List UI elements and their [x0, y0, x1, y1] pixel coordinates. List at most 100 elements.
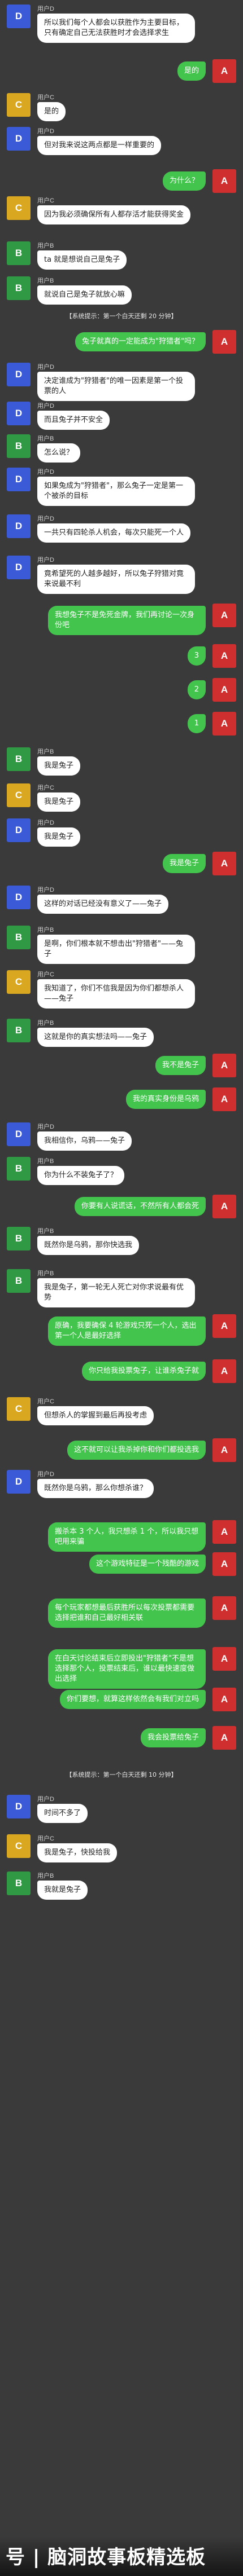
message-bubble[interactable]: 我会投票给兔子	[140, 1728, 206, 1747]
avatar[interactable]: B	[7, 241, 31, 265]
avatar[interactable]: A	[212, 1726, 236, 1750]
sender-name: 用户D	[37, 403, 54, 409]
message-bubble[interactable]: 既然你是乌鸦，那么你想杀谁？	[37, 1479, 154, 1498]
avatar[interactable]: B	[7, 1157, 31, 1181]
message-bubble[interactable]: 我是兔子	[37, 827, 81, 847]
message-bubble[interactable]: 3	[187, 646, 206, 666]
avatar[interactable]: A	[212, 1647, 236, 1671]
avatar[interactable]: D	[7, 1122, 31, 1146]
avatar[interactable]: A	[212, 1596, 236, 1620]
message-bubble[interactable]: 原确，我要确保 4 轮游戏只死一个人，选出第一个人是最好选择	[48, 1316, 206, 1346]
avatar[interactable]: A	[212, 1054, 236, 1077]
avatar[interactable]: A	[212, 604, 236, 627]
avatar[interactable]: C	[7, 970, 31, 994]
avatar[interactable]: A	[212, 644, 236, 668]
message-bubble[interactable]: 2	[187, 680, 206, 699]
avatar[interactable]: C	[7, 1834, 31, 1858]
avatar[interactable]: A	[212, 852, 236, 875]
avatar[interactable]: A	[212, 169, 236, 193]
message-bubble[interactable]: 我想兔子不是免死金牌，我们再讨论一次身份吧	[48, 606, 206, 635]
message-bubble[interactable]: 我是兔子	[162, 854, 206, 873]
avatar[interactable]: A	[212, 59, 236, 83]
message-bubble[interactable]: 这个游戏特征是一个残酷的游戏	[89, 1555, 206, 1574]
avatar[interactable]: B	[7, 1872, 31, 1895]
message-bubble[interactable]: 搬杀本 3 个人，我只想杀 1 个，所以我只想吧用来骗	[48, 1522, 206, 1552]
avatar[interactable]: D	[7, 886, 31, 909]
avatar[interactable]: C	[7, 93, 31, 117]
message-bubble[interactable]: 而且兔子并不安全	[37, 411, 110, 430]
message-bubble[interactable]: ta 就是想说自己是兔子	[37, 250, 127, 270]
message-bubble[interactable]: 我就是兔子	[37, 1881, 88, 1900]
message-bubble[interactable]: 但想杀人的掌握到最后再投考虑	[37, 1406, 154, 1425]
avatar[interactable]: B	[7, 434, 31, 458]
chat-message: B 用户B 就说自己是兔子就放心嘛	[0, 276, 243, 310]
message-bubble[interactable]: 你只给我投票兔子，让谁杀兔子就	[81, 1362, 206, 1381]
avatar[interactable]: C	[7, 783, 31, 807]
avatar[interactable]: D	[7, 127, 31, 151]
sender-name: 用户D	[37, 1796, 54, 1803]
message-bubble[interactable]: 我是兔子，第一轮无人死亡对你求说最有优势	[37, 1278, 195, 1307]
message-bubble[interactable]: 1	[187, 714, 206, 733]
message-bubble[interactable]: 一共只有四轮杀人机会，每次只能死一个人	[37, 523, 191, 543]
avatar[interactable]: B	[7, 747, 31, 771]
message-bubble[interactable]: 是的	[177, 61, 206, 81]
message-bubble[interactable]: 既然你是乌鸦，那你快选我	[37, 1236, 140, 1255]
avatar[interactable]: C	[7, 1397, 31, 1421]
avatar[interactable]: D	[7, 1470, 31, 1494]
message-bubble[interactable]: 时间不多了	[37, 1804, 88, 1823]
message-bubble[interactable]: 每个玩家都想最后获胜所以每次投票都需要选择把谁和自己最好相关联	[48, 1599, 206, 1628]
message-bubble[interactable]: 竟希望死的人越多越好，所以兔子狩猎对竟来说最不利	[37, 565, 195, 594]
avatar[interactable]: D	[7, 1795, 31, 1818]
avatar[interactable]: A	[212, 1552, 236, 1576]
message-bubble[interactable]: 就说自己是兔子就放心嘛	[37, 285, 132, 305]
message-bubble[interactable]: 如果兔成为"狩猎者"，那么兔子一定是第一个被杀的目标	[37, 477, 195, 506]
message-bubble[interactable]: 这不就可以让我杀掉你和你们都投选我	[67, 1441, 206, 1460]
message-bubble[interactable]: 是的	[37, 102, 66, 121]
avatar[interactable]: B	[7, 1019, 31, 1042]
avatar[interactable]: B	[7, 1269, 31, 1293]
message-bubble[interactable]: 你们要想，就算这样依然会有我们对立吗	[59, 1690, 206, 1709]
avatar[interactable]: C	[7, 196, 31, 220]
message-bubble[interactable]: 怎么说？	[37, 443, 81, 463]
message-bubble[interactable]: 是啊，你们根本就不想击出"狩猎者"——兔子	[37, 935, 195, 964]
avatar[interactable]: D	[7, 402, 31, 425]
message-bubble[interactable]: 兔子就真的一定能成为"狩猎者"吗？	[75, 332, 206, 351]
avatar[interactable]: D	[7, 5, 31, 28]
avatar[interactable]: A	[212, 712, 236, 736]
message-bubble[interactable]: 我的真实身份是乌鸦	[125, 1090, 206, 1109]
message-bubble[interactable]: 我相信你，乌鸦——兔子	[37, 1131, 132, 1151]
message-bubble[interactable]: 这就是你的真实想法吗——兔子	[37, 1028, 154, 1047]
avatar[interactable]: A	[212, 1520, 236, 1544]
avatar[interactable]: D	[7, 818, 31, 842]
message-bubble[interactable]: 但对我来说这两点都是一样重要的	[37, 136, 162, 155]
message-bubble[interactable]: 你为什么不装兔子了？	[37, 1166, 125, 1185]
avatar[interactable]: B	[7, 926, 31, 949]
avatar[interactable]: D	[7, 468, 31, 491]
avatar[interactable]: A	[212, 1359, 236, 1383]
avatar[interactable]: B	[7, 1227, 31, 1250]
message-bubble[interactable]: 我知道了，你们不信我是因为你们都想杀人——兔子	[37, 979, 195, 1009]
message-bubble[interactable]: 所以我们每个人都会以获胜作为主要目标，只有确定自己无法获胜时才会选择求生	[37, 14, 195, 43]
message-bubble[interactable]: 为什么？	[162, 171, 206, 191]
message-bubble[interactable]: 因为我必须确保所有人都存活才能获得奖金	[37, 205, 191, 224]
avatar[interactable]: A	[212, 678, 236, 702]
avatar[interactable]: D	[7, 514, 31, 538]
avatar[interactable]: A	[212, 1314, 236, 1338]
message-bubble[interactable]: 在白天讨论结束后立即投出"狩猎者"不是想选择那个人，投票结束后，谁以最快速度做出…	[48, 1649, 206, 1689]
message-bubble[interactable]: 我是兔子	[37, 756, 81, 776]
message-bubble[interactable]: 决定谁成为"狩猎者"的唯一因素是第一个投票的人	[37, 372, 195, 401]
avatar[interactable]: A	[212, 330, 236, 354]
avatar[interactable]: A	[212, 1688, 236, 1711]
avatar[interactable]: B	[7, 276, 31, 300]
message-bubble[interactable]: 我是兔子	[37, 792, 81, 812]
avatar[interactable]: D	[7, 556, 31, 579]
message-bubble[interactable]: 这样的对话已经没有意义了——兔子	[37, 895, 169, 914]
message-bubble[interactable]: 我是兔子，快投给我	[37, 1843, 118, 1862]
avatar[interactable]: A	[212, 1195, 236, 1218]
message-bubble[interactable]: 我不是兔子	[155, 1056, 206, 1075]
avatar[interactable]: D	[7, 363, 31, 386]
avatar[interactable]: A	[212, 1438, 236, 1462]
avatar[interactable]: A	[212, 1087, 236, 1111]
system-notice: 【系统提示：第一个白天还剩 20 分钟】	[66, 312, 177, 320]
message-bubble[interactable]: 你要有人说谎话，不然所有人都会死	[74, 1197, 206, 1216]
